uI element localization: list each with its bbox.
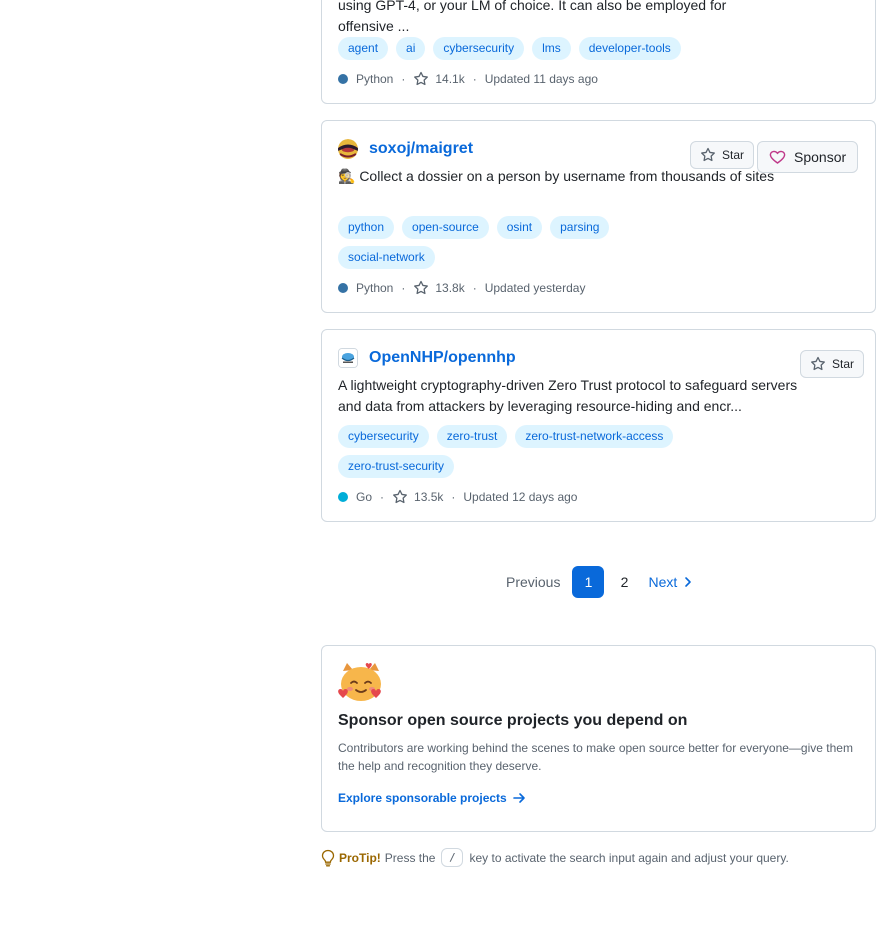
separator: ·: [401, 281, 406, 295]
repo-description: A lightweight cryptography-driven Zero T…: [338, 377, 798, 414]
arrow-right-icon: [512, 793, 525, 803]
star-button[interactable]: Star: [690, 141, 755, 169]
repo-meta: Python · 13.8k · Updated yesterday: [338, 280, 585, 296]
explore-sponsorable-label: Explore sponsorable projects: [338, 791, 507, 805]
chevron-right-icon: [685, 577, 692, 587]
separator: ·: [472, 281, 477, 295]
topic-tag[interactable]: zero-trust: [436, 425, 508, 448]
repo-language: Go: [356, 490, 373, 504]
language-color-dot: [338, 74, 348, 84]
next-page-label: Next: [648, 574, 678, 590]
star-icon: [414, 280, 429, 295]
repo-card: soxoj/maigret 🕵️ Collect a dossier on a …: [321, 120, 876, 313]
heart-icon: [769, 150, 786, 164]
separator: ·: [451, 490, 456, 504]
repo-link[interactable]: soxoj/maigret: [338, 139, 473, 159]
topic-list: agent ai cybersecurity lms developer-too…: [338, 37, 681, 60]
star-icon: [393, 489, 407, 504]
repo-description: SWE-agent takes a GitHub issue and tries…: [338, 0, 727, 34]
repo-language: Python: [356, 281, 394, 295]
topic-tag[interactable]: social-network: [338, 246, 435, 269]
topic-list: python open-source osint parsing: [338, 216, 610, 239]
sponsor-promo-heading: Sponsor open source projects you depend …: [338, 712, 688, 729]
topic-tag[interactable]: python: [338, 216, 395, 239]
topic-list: cybersecurity zero-trust zero-trust-netw…: [338, 425, 674, 448]
repo-meta: Python · 14.1k · Updated 11 days ago: [338, 71, 598, 87]
topic-tag[interactable]: lms: [532, 37, 571, 60]
page-2-link[interactable]: 2: [608, 566, 640, 598]
repo-description: 🕵️ Collect a dossier on a person by user…: [338, 168, 775, 184]
language-color-dot: [338, 492, 348, 502]
topic-tag[interactable]: parsing: [550, 216, 610, 239]
topic-list: zero-trust-security: [338, 455, 455, 478]
updated-time: Updated yesterday: [484, 281, 586, 295]
repo-language: Python: [356, 72, 394, 86]
sponsor-button-label: Sponsor: [794, 149, 847, 165]
protip-text-pre: Press the: [384, 850, 436, 865]
repo-link[interactable]: OpenNHP/opennhp: [338, 348, 516, 368]
page-1-current[interactable]: 1: [572, 566, 605, 598]
topic-tag[interactable]: zero-trust-network-access: [515, 425, 674, 448]
topic-list: social-network: [338, 246, 435, 269]
mona-hearts-icon: [338, 663, 381, 701]
updated-time: Updated 12 days ago: [463, 490, 578, 504]
light-bulb-icon: [321, 849, 335, 866]
explore-sponsorable-link[interactable]: Explore sponsorable projects: [338, 791, 526, 805]
protip: ProTip! Press the / key to activate the …: [321, 848, 789, 867]
updated-time: Updated 11 days ago: [484, 72, 598, 86]
star-count: 13.8k: [435, 281, 465, 295]
star-button[interactable]: Star: [800, 350, 865, 378]
star-count: 14.1k: [435, 72, 465, 86]
language-color-dot: [338, 283, 348, 293]
topic-tag[interactable]: agent: [338, 37, 389, 60]
sponsor-button[interactable]: Sponsor: [757, 141, 859, 173]
star-icon: [811, 356, 825, 371]
topic-tag[interactable]: osint: [496, 216, 543, 239]
stargazers-link[interactable]: 13.5k: [392, 489, 443, 505]
owner-avatar: [338, 139, 358, 159]
star-count: 13.5k: [414, 490, 444, 504]
protip-label: ProTip!: [339, 850, 381, 865]
pagination: Previous 1 2 Next: [498, 566, 701, 598]
slash-key: /: [441, 848, 464, 867]
repo-name: OpenNHP/opennhp: [369, 349, 516, 366]
topic-tag[interactable]: open-source: [402, 216, 489, 239]
protip-text-post: key to activate the search input again a…: [469, 850, 789, 865]
repo-meta: Go · 13.5k · Updated 12 days ago: [338, 489, 577, 505]
separator: ·: [472, 72, 477, 86]
owner-avatar: [338, 348, 358, 368]
topic-tag[interactable]: zero-trust-security: [338, 455, 455, 478]
previous-page-button: Previous: [506, 574, 561, 590]
topic-tag[interactable]: ai: [396, 37, 426, 60]
repo-card: OpenNHP/opennhp A lightweight cryptograp…: [321, 329, 876, 522]
next-page-button[interactable]: Next: [640, 574, 701, 590]
topic-tag[interactable]: developer-tools: [578, 37, 681, 60]
star-icon: [414, 71, 429, 86]
topic-tag[interactable]: cybersecurity: [433, 37, 525, 60]
sponsor-promo-description: Contributors are working behind the scen…: [338, 741, 853, 773]
topic-tag[interactable]: cybersecurity: [338, 425, 429, 448]
sponsor-promo-card: Sponsor open source projects you depend …: [321, 645, 876, 832]
stargazers-link[interactable]: 13.8k: [413, 280, 465, 296]
star-button-label: Star: [832, 357, 855, 371]
star-icon: [701, 147, 715, 162]
repo-card: SWE-agent takes a GitHub issue and tries…: [321, 0, 876, 104]
separator: ·: [380, 490, 385, 504]
stargazers-link[interactable]: 14.1k: [413, 71, 465, 87]
separator: ·: [401, 72, 406, 86]
repo-name: soxoj/maigret: [369, 140, 474, 157]
star-button-label: Star: [722, 148, 745, 162]
